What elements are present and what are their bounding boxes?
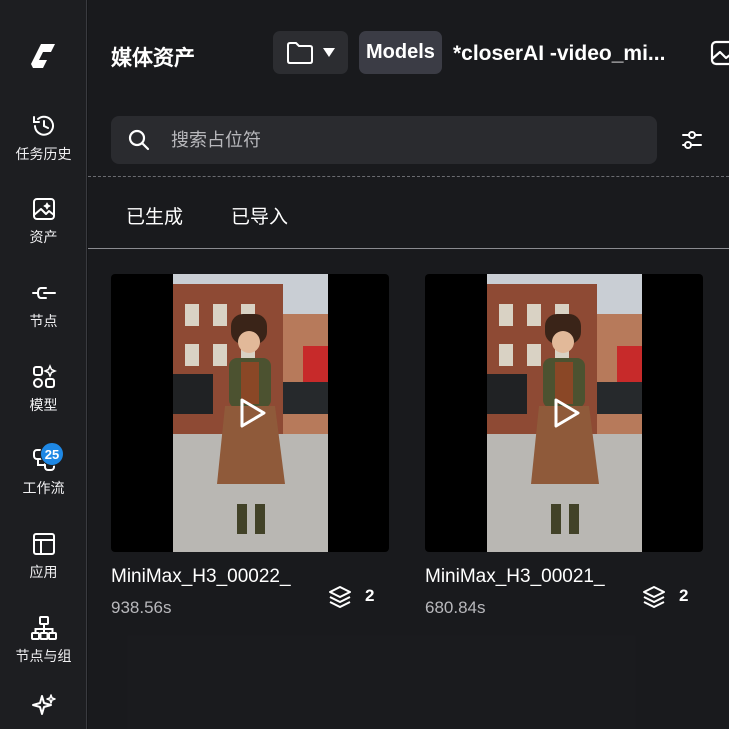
sidebar-item-task-history[interactable]: 任务历史	[0, 112, 87, 164]
sidebar-item-label: 工作流	[22, 480, 65, 496]
play-icon[interactable]	[548, 396, 582, 430]
workflow-count-badge: 25	[40, 442, 64, 466]
sidebar-item-nodes[interactable]: 节点	[0, 279, 87, 331]
asset-layer-count: 2	[679, 586, 689, 605]
panel-header: 媒体资产 Models *closerAI -video_mi...	[88, 28, 729, 80]
search-bar	[111, 116, 657, 164]
sidebar-item-assets[interactable]: 资产	[0, 195, 87, 247]
divider	[88, 176, 729, 177]
sidebar-item-models[interactable]: 模型	[0, 363, 87, 415]
media-assets-panel: 媒体资产 Models *closerAI -video_mi... 已生成 已…	[88, 0, 729, 729]
asset-card[interactable]: MiniMax_H3_00021_ 680.84s 2	[425, 274, 703, 622]
sidebar-item-label: 节点与组	[15, 648, 72, 664]
sidebar-item-label: 资产	[29, 229, 58, 245]
sidebar-item-node-groups[interactable]: 节点与组	[0, 614, 87, 666]
sidebar-item-label: 节点	[29, 313, 58, 329]
tab-imported[interactable]: 已导入	[231, 202, 288, 229]
models-button[interactable]: Models	[359, 31, 442, 74]
sidebar-item-label: 模型	[29, 397, 58, 413]
panel-title: 媒体资产	[111, 47, 195, 70]
folder-dropdown-button[interactable]	[273, 31, 348, 74]
sidebar-item-sparkle[interactable]	[0, 692, 87, 720]
hierarchy-icon	[30, 616, 57, 640]
sidebar-item-workflow[interactable]: 25 工作流	[0, 442, 87, 498]
asset-duration: 680.84s	[425, 598, 486, 617]
comfy-logo[interactable]	[27, 40, 59, 72]
sparkle-icon	[31, 694, 56, 715]
layers-icon	[643, 586, 665, 608]
sidebar: 任务历史 资产 节点 模型 25 工作流 应用 节点与组	[0, 0, 87, 729]
layout-icon	[32, 533, 55, 555]
video-thumbnail[interactable]	[111, 274, 389, 552]
image-sparkle-icon	[32, 198, 55, 220]
sidebar-item-label: 应用	[29, 564, 58, 580]
play-icon[interactable]	[234, 396, 268, 430]
asset-card[interactable]: MiniMax_H3_00022_ 938.56s 2	[111, 274, 389, 622]
asset-meta: 938.56s 2	[111, 586, 389, 622]
workflow-tab-title[interactable]: *closerAI -video_mi...	[453, 42, 693, 66]
sidebar-item-label: 任务历史	[15, 146, 72, 162]
node-plug-icon	[31, 287, 56, 299]
sidebar-item-apps[interactable]: 应用	[0, 530, 87, 582]
layers-icon	[329, 586, 351, 608]
history-icon	[32, 115, 54, 136]
search-input[interactable]	[171, 116, 641, 164]
folder-icon	[287, 42, 313, 64]
video-thumbnail[interactable]	[425, 274, 703, 552]
image-icon[interactable]	[710, 40, 729, 66]
asset-layer-count: 2	[365, 586, 375, 605]
chevron-down-icon	[323, 48, 335, 57]
asset-duration: 938.56s	[111, 598, 172, 617]
asset-tabs: 已生成 已导入	[88, 190, 729, 248]
search-icon	[128, 129, 150, 151]
tabs-divider	[88, 248, 729, 249]
tab-generated[interactable]: 已生成	[126, 202, 183, 229]
asset-meta: 680.84s 2	[425, 586, 703, 622]
filter-settings-icon[interactable]	[680, 128, 704, 152]
model-grid-icon	[32, 364, 57, 388]
